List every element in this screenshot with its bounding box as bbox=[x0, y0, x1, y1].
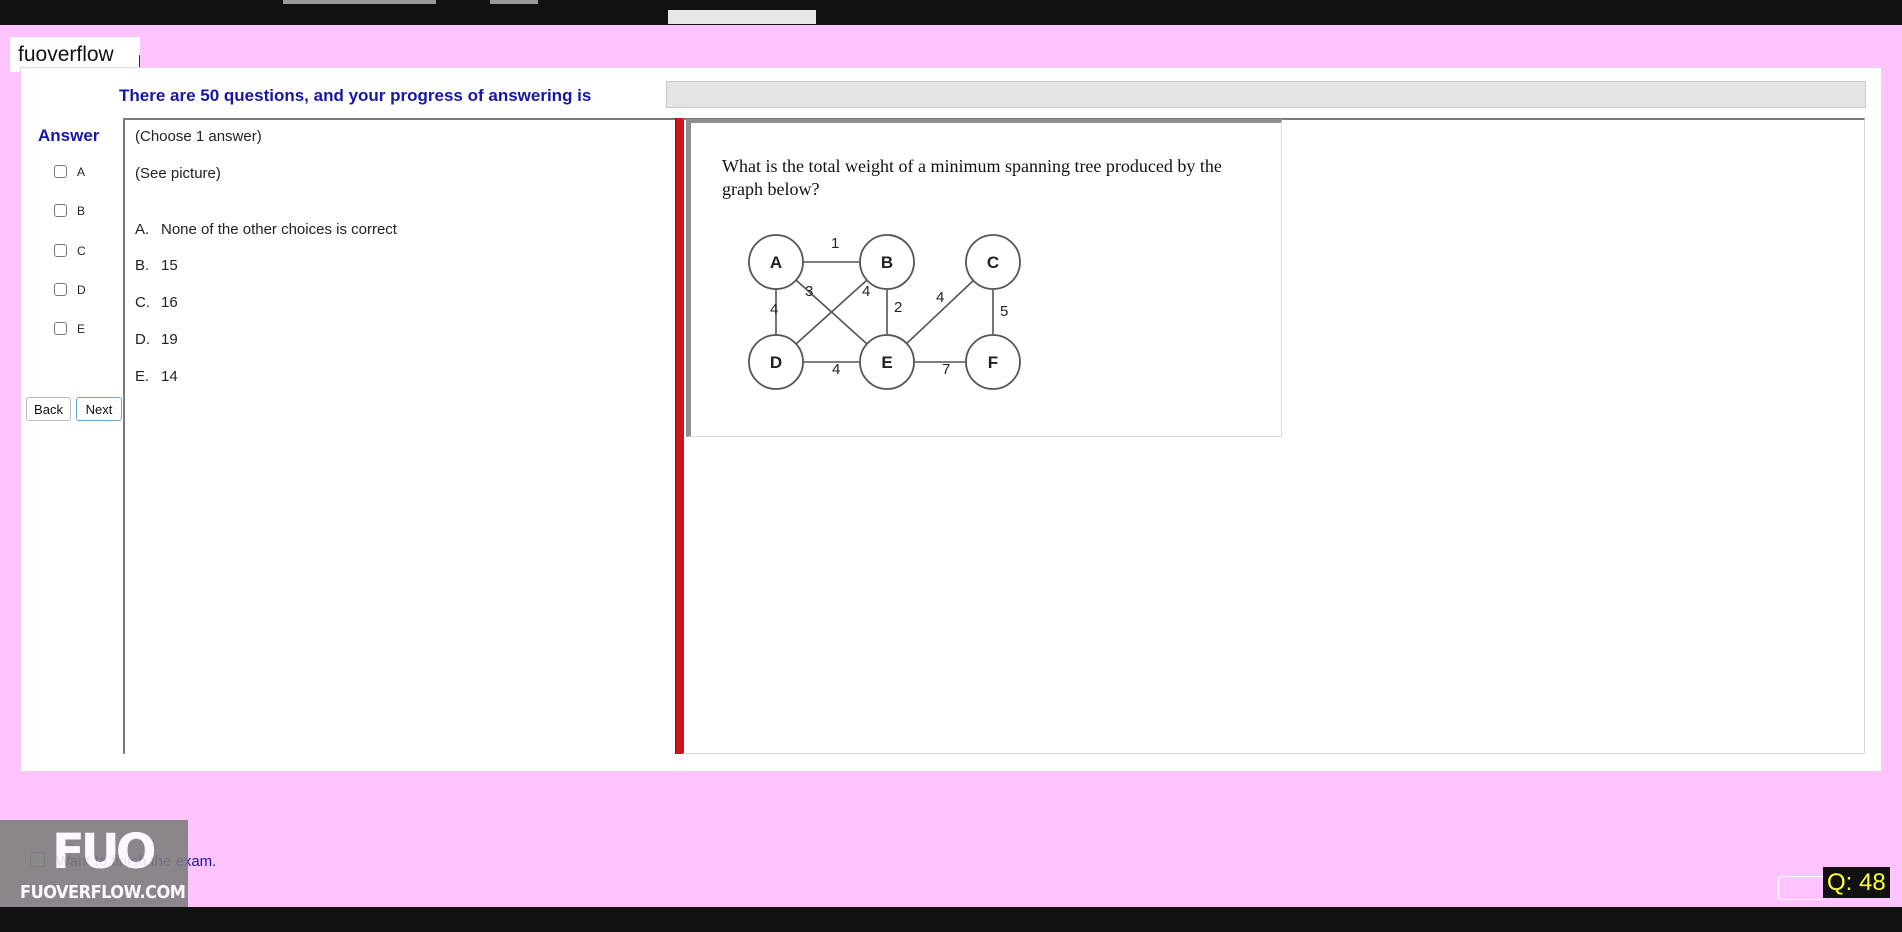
logo-site-text: FUOVERFLOW.COM bbox=[20, 882, 186, 903]
text-cursor bbox=[139, 55, 140, 67]
graph-edge-weight: 1 bbox=[831, 235, 839, 252]
answer-option-label: B bbox=[77, 204, 86, 218]
answer-option-label: E bbox=[77, 322, 86, 336]
progress-bar bbox=[666, 81, 1866, 108]
choice-text: 19 bbox=[161, 331, 178, 348]
question-text-pane: (Choose 1 answer) (See picture) A. None o… bbox=[123, 118, 675, 754]
next-button[interactable]: Next bbox=[76, 397, 122, 421]
answer-option-label: A bbox=[77, 165, 86, 179]
choice-text: 14 bbox=[161, 368, 178, 385]
instruction-text: (Choose 1 answer) bbox=[135, 128, 262, 145]
choice-a: A. None of the other choices is correct bbox=[135, 221, 397, 238]
question-image-text: What is the total weight of a minimum sp… bbox=[722, 156, 1222, 199]
top-bar-control bbox=[283, 0, 436, 4]
graph-edge-weight: 7 bbox=[942, 361, 950, 378]
progress-label: There are 50 questions, and your progres… bbox=[119, 86, 592, 105]
graph-edge-weight: 4 bbox=[862, 283, 870, 300]
graph-edge-weight: 4 bbox=[770, 301, 778, 318]
graph-node-label: A bbox=[770, 253, 782, 272]
graph-edge-weight: 5 bbox=[1000, 303, 1008, 320]
choice-b: B. 15 bbox=[135, 257, 178, 274]
bottom-bar bbox=[0, 907, 1902, 932]
graph-node-label: E bbox=[881, 353, 892, 372]
answer-checkbox-c[interactable] bbox=[54, 244, 67, 257]
choice-c: C. 16 bbox=[135, 294, 178, 311]
graph-edge-weight: 4 bbox=[832, 361, 840, 378]
question-graph: 1 4 3 4 2 4 5 4 7 A B C D E F bbox=[748, 234, 1021, 390]
choice-letter: C. bbox=[135, 294, 150, 311]
choice-text: 16 bbox=[161, 294, 178, 311]
graph-edge-weight: 3 bbox=[805, 283, 813, 300]
question-counter: Q: 48 bbox=[1823, 867, 1890, 898]
answer-title: Answer bbox=[38, 126, 100, 145]
choice-letter: D. bbox=[135, 331, 150, 348]
choice-letter: A. bbox=[135, 221, 150, 238]
answer-option-label: D bbox=[77, 283, 86, 297]
answer-option-label: C bbox=[77, 244, 86, 258]
choice-letter: B. bbox=[135, 257, 150, 274]
choice-text: None of the other choices is correct bbox=[161, 221, 397, 238]
back-button[interactable]: Back bbox=[26, 397, 71, 421]
logo-mark: FUO bbox=[52, 824, 157, 880]
choice-d: D. 19 bbox=[135, 331, 178, 348]
graph-node-label: B bbox=[881, 253, 893, 272]
fuoverflow-logo: FUO FUOVERFLOW.COM bbox=[0, 820, 188, 908]
graph-nodes: A B C D E F bbox=[748, 234, 1021, 390]
see-picture-text: (See picture) bbox=[135, 165, 221, 182]
top-bar bbox=[0, 0, 1902, 25]
question-number-input[interactable] bbox=[1778, 876, 1826, 900]
graph-node-label: F bbox=[988, 353, 998, 372]
choice-letter: E. bbox=[135, 368, 150, 385]
top-bar-control bbox=[490, 0, 538, 4]
graph-node-label: C bbox=[987, 253, 999, 272]
choice-e: E. 14 bbox=[135, 368, 178, 385]
graph-edge-weight: 4 bbox=[936, 289, 944, 306]
answer-checkbox-d[interactable] bbox=[54, 283, 67, 296]
graph-node-label: D bbox=[770, 353, 782, 372]
answer-checkbox-b[interactable] bbox=[54, 204, 67, 217]
top-bar-title-fragment bbox=[668, 10, 816, 24]
answer-checkbox-e[interactable] bbox=[54, 322, 67, 335]
choice-text: 15 bbox=[161, 257, 178, 274]
graph-edge-weight: 2 bbox=[894, 299, 902, 316]
answer-checkbox-a[interactable] bbox=[54, 165, 67, 178]
